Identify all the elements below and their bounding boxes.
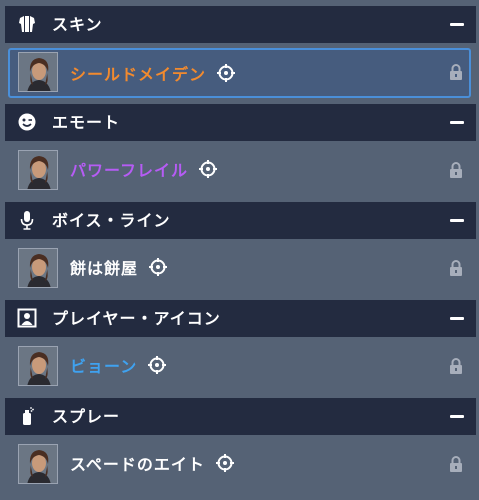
lock-icon xyxy=(450,358,462,374)
item-name: ビョーン xyxy=(70,357,138,376)
collapse-button[interactable] xyxy=(446,406,468,426)
category-header-voice-line[interactable]: ボイス・ライン xyxy=(5,202,476,239)
item-name: シールドメイデン xyxy=(70,65,207,84)
item-row-player-icon[interactable]: ビョーン xyxy=(8,342,471,392)
emote-icon xyxy=(16,111,38,133)
avatar xyxy=(18,248,58,288)
item-name: スペードのエイト xyxy=(70,455,205,474)
category-label: ボイス・ライン xyxy=(52,211,171,230)
collapse-button[interactable] xyxy=(446,210,468,230)
category-label: スキン xyxy=(52,15,103,34)
collapse-button[interactable] xyxy=(446,308,468,328)
lock-icon xyxy=(450,162,462,178)
lock-icon xyxy=(450,456,462,472)
collapse-button[interactable] xyxy=(446,14,468,34)
item-name-group: 餅は餅屋 xyxy=(70,244,168,290)
category-header-skin[interactable]: スキン xyxy=(5,6,476,43)
minus-icon xyxy=(450,218,464,222)
collapse-button[interactable] xyxy=(446,112,468,132)
item-name: パワーフレイル xyxy=(70,161,189,180)
item-name: 餅は餅屋 xyxy=(70,259,139,278)
item-name-group: シールドメイデン xyxy=(70,50,236,96)
item-name-group: パワーフレイル xyxy=(70,146,218,192)
skin-icon xyxy=(16,13,38,35)
minus-icon xyxy=(450,316,464,320)
category-label: スプレー xyxy=(52,407,121,426)
item-row-spray[interactable]: スペードのエイト xyxy=(8,440,471,490)
avatar xyxy=(18,52,58,92)
item-name-group: スペードのエイト xyxy=(70,440,235,486)
category-label: エモート xyxy=(52,113,121,132)
category-header-emote[interactable]: エモート xyxy=(5,104,476,141)
cosmetics-list: スキン シールドメイデン エモート パワーフレイル ボイス・ライン 餅は餅屋 プ… xyxy=(0,0,479,500)
crosshair-event-icon xyxy=(148,356,167,374)
item-row-emote[interactable]: パワーフレイル xyxy=(8,146,471,196)
crosshair-event-icon xyxy=(149,258,168,276)
player-icon-icon xyxy=(16,307,38,329)
category-label: プレイヤー・アイコン xyxy=(52,309,221,328)
category-header-player-icon[interactable]: プレイヤー・アイコン xyxy=(5,300,476,337)
category-header-spray[interactable]: スプレー xyxy=(5,398,476,435)
minus-icon xyxy=(450,22,464,26)
crosshair-event-icon xyxy=(199,160,218,178)
crosshair-event-icon xyxy=(217,64,236,82)
item-row-voice-line[interactable]: 餅は餅屋 xyxy=(8,244,471,294)
minus-icon xyxy=(450,414,464,418)
crosshair-event-icon xyxy=(215,454,234,472)
avatar xyxy=(18,444,58,484)
minus-icon xyxy=(450,120,464,124)
microphone-icon xyxy=(16,209,38,231)
avatar xyxy=(18,346,58,386)
lock-icon xyxy=(450,260,462,276)
lock-icon xyxy=(450,64,462,80)
spray-can-icon xyxy=(16,405,38,427)
avatar xyxy=(18,150,58,190)
item-row-skin[interactable]: シールドメイデン xyxy=(8,48,471,98)
item-name-group: ビョーン xyxy=(70,342,167,388)
